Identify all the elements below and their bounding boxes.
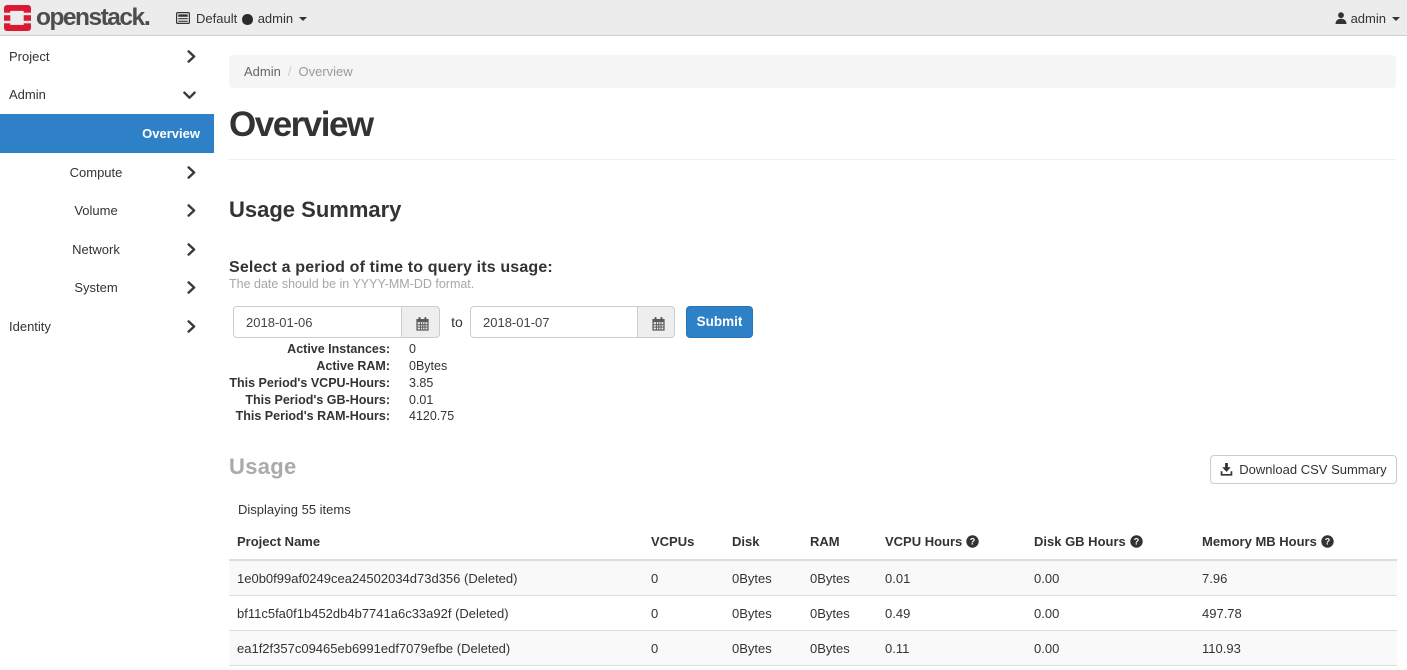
svg-text:?: ? — [1325, 537, 1331, 547]
svg-text:?: ? — [970, 537, 976, 547]
svg-text:?: ? — [1134, 537, 1140, 547]
